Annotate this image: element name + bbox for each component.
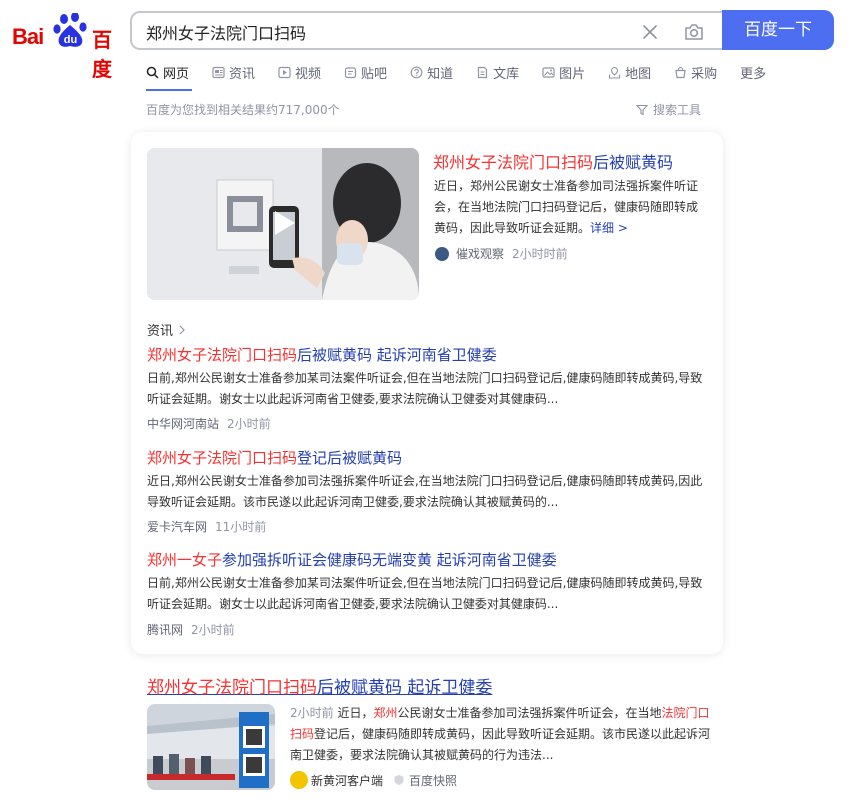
result-source: 新黄河客户端 百度快照 (290, 771, 457, 789)
tab-label: 网页 (163, 66, 190, 82)
source-time: 2小时时前 (512, 247, 568, 261)
tab-purchase[interactable]: 采购 (674, 62, 717, 82)
abstract-highlight: 郑州 (373, 706, 398, 720)
shield-icon (394, 775, 404, 785)
news-item-source: 爱卡汽车网 11小时前 (147, 518, 266, 535)
source-name[interactable]: 催戏观察 (456, 245, 504, 262)
news-label: 资讯 (147, 324, 174, 339)
tieba-icon (344, 66, 357, 78)
logo-text-bai: Bai (12, 24, 44, 49)
chevron-right-icon (179, 325, 185, 334)
paw-logo-icon: du (53, 13, 87, 47)
video-icon (278, 66, 291, 78)
title-highlight: 郑州女子法院门口扫码 (433, 153, 594, 172)
news-item-source: 中华网河南站 2小时前 (147, 415, 271, 432)
source-name[interactable]: 腾讯网 (147, 621, 183, 638)
search-tabs: 网页 资讯 视频 贴吧 知道 文库 图片 地图 采购 更多 (146, 62, 789, 84)
result-abstract: 2小时前 近日，郑州公民谢女士准备参加司法强拆案件听证会，在当地法院门口扫码登记… (290, 703, 712, 766)
search-input[interactable] (146, 21, 616, 43)
tab-label: 更多 (740, 66, 767, 82)
news-item-source: 腾讯网 2小时前 (147, 621, 235, 638)
news-item-title[interactable]: 郑州一女子参加强拆听证会健康码无端变黄 起诉河南省卫健委 (147, 549, 557, 570)
logo-text-baidu-cn: 百度 (92, 28, 112, 81)
source-time: 2小时前 (191, 623, 235, 637)
tab-zhidao[interactable]: 知道 (410, 62, 453, 82)
title-highlight: 郑州一女子 (147, 551, 223, 569)
tab-more[interactable]: 更多 (740, 62, 766, 82)
title-rest: 参加强拆听证会健康码无端变黄 起诉河南省卫健委 (222, 551, 557, 569)
title-highlight: 郑州女子法院门口扫码 (147, 678, 317, 698)
tab-label: 地图 (625, 66, 652, 82)
baidu-logo[interactable]: Bai du 百度 (12, 13, 116, 81)
news-item-title[interactable]: 郑州女子法院门口扫码登记后被赋黄码 (147, 447, 402, 468)
source-name[interactable]: 新黄河客户端 (311, 772, 383, 789)
tab-wenku[interactable]: 文库 (476, 62, 519, 82)
news-item-title[interactable]: 郑州女子法院门口扫码后被赋黄码 起诉河南省卫健委 (147, 344, 497, 365)
tab-tieba[interactable]: 贴吧 (344, 62, 387, 82)
tab-label: 贴吧 (361, 66, 388, 82)
news-item-abstract: 日前,郑州公民谢女士准备参加某司法案件听证会,但在当地法院门口扫码登记后,健康码… (147, 576, 703, 611)
source-time: 11小时前 (215, 520, 267, 534)
search-button[interactable]: 百度一下 (722, 10, 834, 50)
result-time: 2小时前 (290, 706, 334, 720)
news-item-abstract: 日前,郑州公民谢女士准备参加某司法案件听证会,但在当地法院门口扫码登记后,健康码… (147, 371, 703, 406)
news-icon (212, 66, 225, 78)
source-logo (290, 771, 308, 789)
tab-label: 知道 (427, 66, 454, 82)
title-highlight: 郑州女子法院门口扫码 (147, 449, 298, 467)
result-title[interactable]: 郑州女子法院门口扫码后被赋黄码 起诉卫健委 (147, 673, 492, 698)
main-result-abstract: 近日，郑州公民谢女士准备参加司法强拆案件听证会，在当地法院门口扫码登记后，健康码… (434, 176, 709, 239)
document-icon (477, 66, 488, 78)
filter-icon (636, 104, 648, 115)
result-thumbnail-image (147, 704, 275, 790)
title-highlight: 郑州女子法院门口扫码 (147, 346, 298, 364)
search-tools-button[interactable]: 搜索工具 (636, 101, 701, 118)
more-link[interactable]: 详细 > (590, 221, 628, 235)
camera-icon[interactable] (683, 21, 705, 43)
abstract-part: 公民谢女士准备参加司法强拆案件听证会，在当地 (397, 706, 662, 720)
tab-news[interactable]: 资讯 (212, 62, 255, 82)
title-rest: 后被赋黄码 (593, 153, 674, 172)
tab-video[interactable]: 视频 (278, 62, 321, 82)
search-icon (146, 66, 159, 79)
main-result-source: 催戏观察 2小时时前 (435, 245, 568, 262)
tab-label: 视频 (295, 66, 322, 82)
tab-label: 文库 (493, 66, 520, 82)
title-rest: 后被赋黄码 起诉河南省卫健委 (297, 346, 497, 364)
map-icon (609, 66, 621, 79)
tab-label: 图片 (559, 66, 586, 82)
tab-map[interactable]: 地图 (608, 62, 651, 82)
news-item-abstract: 近日,郑州公民谢女士准备参加司法强拆案件听证会,在当地法院门口扫码登记后,健康码… (147, 474, 703, 509)
source-avatar (435, 246, 449, 261)
abstract-text: 近日，郑州公民谢女士准备参加司法强拆案件听证会，在当地法院门口扫码登记后，健康码… (434, 179, 699, 235)
question-icon (410, 66, 423, 78)
image-icon (542, 66, 555, 78)
tab-label: 资讯 (229, 66, 256, 82)
abstract-part: 登记后，健康码随即转成黄码，因此导致听证会延期。该市民遂以此起诉河南卫健委，要求… (290, 727, 711, 762)
source-time: 2小时前 (227, 417, 271, 431)
search-tools-label: 搜索工具 (653, 103, 702, 117)
logo-text-du: du (64, 34, 77, 46)
play-icon[interactable] (266, 206, 300, 240)
tab-image[interactable]: 图片 (542, 62, 585, 82)
title-rest: 后被赋黄码 起诉卫健委 (317, 678, 493, 698)
abstract-part: 近日， (337, 706, 374, 720)
result-count: 百度为您找到相关结果约717,000个 (146, 103, 340, 117)
main-result-title[interactable]: 郑州女子法院门口扫码后被赋黄码 (433, 149, 673, 173)
result-thumbnail[interactable] (147, 704, 275, 790)
source-name[interactable]: 中华网河南站 (147, 415, 219, 432)
shopping-icon (675, 66, 686, 78)
source-name[interactable]: 爱卡汽车网 (147, 518, 207, 535)
title-rest: 登记后被赋黄码 (297, 449, 403, 467)
snapshot-link[interactable]: 百度快照 (409, 772, 457, 789)
search-box (130, 11, 722, 50)
clear-icon[interactable] (640, 22, 660, 42)
tab-webpage[interactable]: 网页 (146, 62, 189, 82)
news-section-header[interactable]: 资讯 (147, 320, 187, 339)
tab-label: 采购 (691, 66, 718, 82)
active-tab-indicator (146, 89, 192, 91)
